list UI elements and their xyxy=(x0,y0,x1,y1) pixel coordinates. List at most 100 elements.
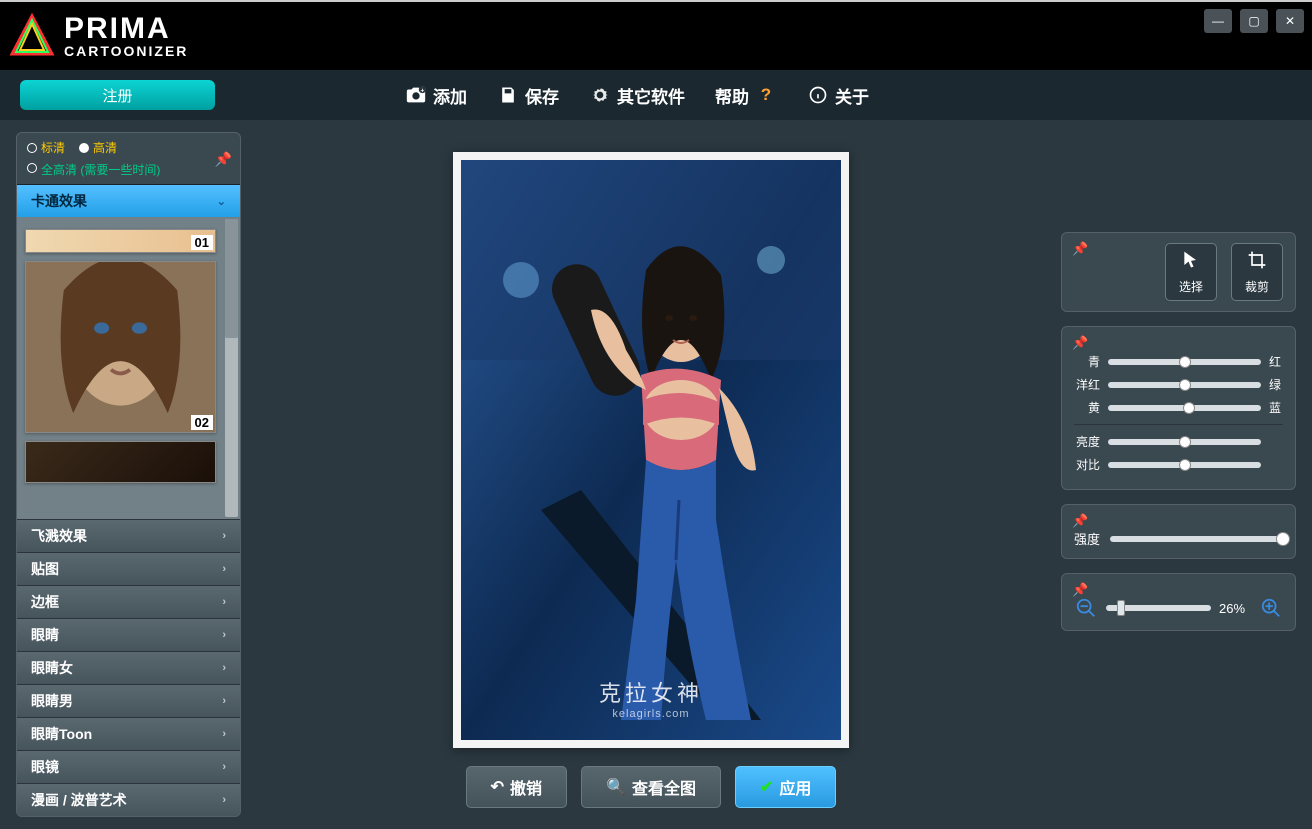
quality-fullhd-radio[interactable]: 全高清 (需要一些时间) xyxy=(27,158,230,178)
accordion-frames[interactable]: 边框› xyxy=(17,585,240,618)
effect-thumbnail xyxy=(26,230,215,252)
sd-label: 标清 xyxy=(41,139,65,156)
other-software-button[interactable]: 其它软件 xyxy=(589,83,685,108)
magnifier-icon: 🔍 xyxy=(606,777,626,797)
slider-track[interactable] xyxy=(1108,405,1261,411)
pin-icon[interactable]: 📌 xyxy=(1072,335,1287,351)
chevron-right-icon: › xyxy=(222,596,226,608)
slider-thumb[interactable] xyxy=(1276,532,1290,546)
accordion-glasses[interactable]: 眼镜› xyxy=(17,750,240,783)
accordion-eyes-female[interactable]: 眼睛女› xyxy=(17,651,240,684)
select-label: 选择 xyxy=(1179,278,1203,295)
close-button[interactable]: ✕ xyxy=(1276,9,1304,33)
watermark-title: 克拉女神 xyxy=(599,676,703,708)
accordion-eyes-toon[interactable]: 眼睛Toon› xyxy=(17,717,240,750)
slider-track[interactable] xyxy=(1108,439,1261,445)
pin-icon[interactable]: 📌 xyxy=(215,151,232,168)
chevron-right-icon: › xyxy=(222,761,226,773)
slider-thumb[interactable] xyxy=(1179,356,1191,368)
bottom-actions: ↶ 撤销 🔍 查看全图 ✔ 应用 xyxy=(466,766,837,808)
effect-item[interactable] xyxy=(25,441,216,483)
effect-id-label: 02 xyxy=(191,415,213,430)
yellow-blue-slider[interactable]: 黄 蓝 xyxy=(1074,399,1283,416)
accordion-eyes[interactable]: 眼睛› xyxy=(17,618,240,651)
titlebar: PRIMA CARTOONIZER — ▢ ✕ xyxy=(0,0,1312,70)
radio-icon xyxy=(27,163,37,173)
slider-thumb[interactable] xyxy=(1117,600,1125,616)
hd-label: 高清 xyxy=(93,139,117,156)
zoom-out-button[interactable] xyxy=(1074,596,1098,620)
apply-button[interactable]: ✔ 应用 xyxy=(735,766,836,808)
info-icon xyxy=(807,84,829,106)
help-icon: ? xyxy=(755,84,777,106)
effects-list: 01 02 xyxy=(17,217,240,519)
zoom-slider[interactable] xyxy=(1106,605,1211,611)
slider-track[interactable] xyxy=(1108,382,1261,388)
pin-icon[interactable]: 📌 xyxy=(1072,241,1287,257)
camera-plus-icon: + xyxy=(405,84,427,106)
brightness-slider[interactable]: 亮度 xyxy=(1074,433,1283,450)
slider-thumb[interactable] xyxy=(1179,459,1191,471)
slider-thumb[interactable] xyxy=(1179,436,1191,448)
effect-item[interactable]: 02 xyxy=(25,261,216,433)
accordion-label: 卡通效果 xyxy=(31,191,87,211)
save-button[interactable]: 保存 xyxy=(497,83,559,108)
intensity-slider[interactable] xyxy=(1110,536,1283,542)
preview-image[interactable]: 克拉女神 kelagirls.com xyxy=(461,160,841,740)
slider-track[interactable] xyxy=(1108,462,1261,468)
scrollbar-thumb[interactable] xyxy=(225,219,238,338)
quality-hd-radio[interactable]: 高清 xyxy=(79,139,117,156)
contrast-slider[interactable]: 对比 xyxy=(1074,456,1283,473)
maximize-button[interactable]: ▢ xyxy=(1240,9,1268,33)
scrollbar[interactable] xyxy=(225,219,238,517)
accordion-cartoon-effects[interactable]: 卡通效果 ⌄ xyxy=(17,184,240,217)
effect-item[interactable]: 01 xyxy=(25,229,216,253)
effect-id-label: 01 xyxy=(191,235,213,250)
intensity-label: 强度 xyxy=(1074,529,1100,548)
canvas-area: 克拉女神 kelagirls.com ↶ 撤销 🔍 查看全图 ✔ 应用 xyxy=(257,132,1045,817)
slider-track[interactable] xyxy=(1108,359,1261,365)
minimize-button[interactable]: — xyxy=(1204,9,1232,33)
pin-icon[interactable]: 📌 xyxy=(1072,513,1287,529)
add-button[interactable]: + 添加 xyxy=(405,83,467,108)
fullhd-label: 全高清 (需要一些时间) xyxy=(41,161,160,178)
watermark-sub: kelagirls.com xyxy=(599,708,703,720)
app-logo: PRIMA CARTOONIZER xyxy=(8,12,188,60)
save-label: 保存 xyxy=(525,83,559,108)
quality-sd-radio[interactable]: 标清 xyxy=(27,139,65,156)
about-label: 关于 xyxy=(835,83,869,108)
accordion-splash[interactable]: 飞溅效果› xyxy=(17,519,240,552)
about-button[interactable]: 关于 xyxy=(807,83,869,108)
save-icon xyxy=(497,84,519,106)
chevron-right-icon: › xyxy=(222,563,226,575)
accordion-popart[interactable]: 漫画 / 波普艺术› xyxy=(17,783,240,816)
right-panels: 📌 选择 裁剪 📌 青 xyxy=(1061,232,1296,817)
logo-primary-text: PRIMA xyxy=(64,14,188,44)
undo-icon: ↶ xyxy=(491,777,504,797)
image-frame: 克拉女神 kelagirls.com xyxy=(453,152,849,748)
register-button[interactable]: 注册 xyxy=(20,80,215,110)
zoom-in-button[interactable] xyxy=(1259,596,1283,620)
apply-label: 应用 xyxy=(779,775,811,799)
radio-icon xyxy=(27,143,37,153)
chevron-right-icon: › xyxy=(222,530,226,542)
view-full-button[interactable]: 🔍 查看全图 xyxy=(581,766,721,808)
radio-checked-icon xyxy=(79,143,89,153)
help-button[interactable]: 帮助 ? xyxy=(715,83,777,108)
accordion-stickers[interactable]: 贴图› xyxy=(17,552,240,585)
color-balance-panel: 📌 青 红 洋红 绿 黄 蓝 亮度 xyxy=(1061,326,1296,490)
cyan-red-slider[interactable]: 青 红 xyxy=(1074,353,1283,370)
tools-panel: 📌 选择 裁剪 xyxy=(1061,232,1296,312)
quality-options: 标清 高清 全高清 (需要一些时间) 📌 xyxy=(17,133,240,184)
chevron-right-icon: › xyxy=(222,662,226,674)
effect-thumbnail xyxy=(26,262,215,432)
slider-thumb[interactable] xyxy=(1179,379,1191,391)
zoom-panel: 📌 26% xyxy=(1061,573,1296,631)
undo-button[interactable]: ↶ 撤销 xyxy=(466,766,567,808)
pin-icon[interactable]: 📌 xyxy=(1072,582,1287,598)
slider-thumb[interactable] xyxy=(1183,402,1195,414)
chevron-right-icon: › xyxy=(222,794,226,806)
accordion-eyes-male[interactable]: 眼睛男› xyxy=(17,684,240,717)
effects-sidebar: 标清 高清 全高清 (需要一些时间) 📌 卡通效果 ⌄ 01 xyxy=(16,132,241,817)
magenta-green-slider[interactable]: 洋红 绿 xyxy=(1074,376,1283,393)
